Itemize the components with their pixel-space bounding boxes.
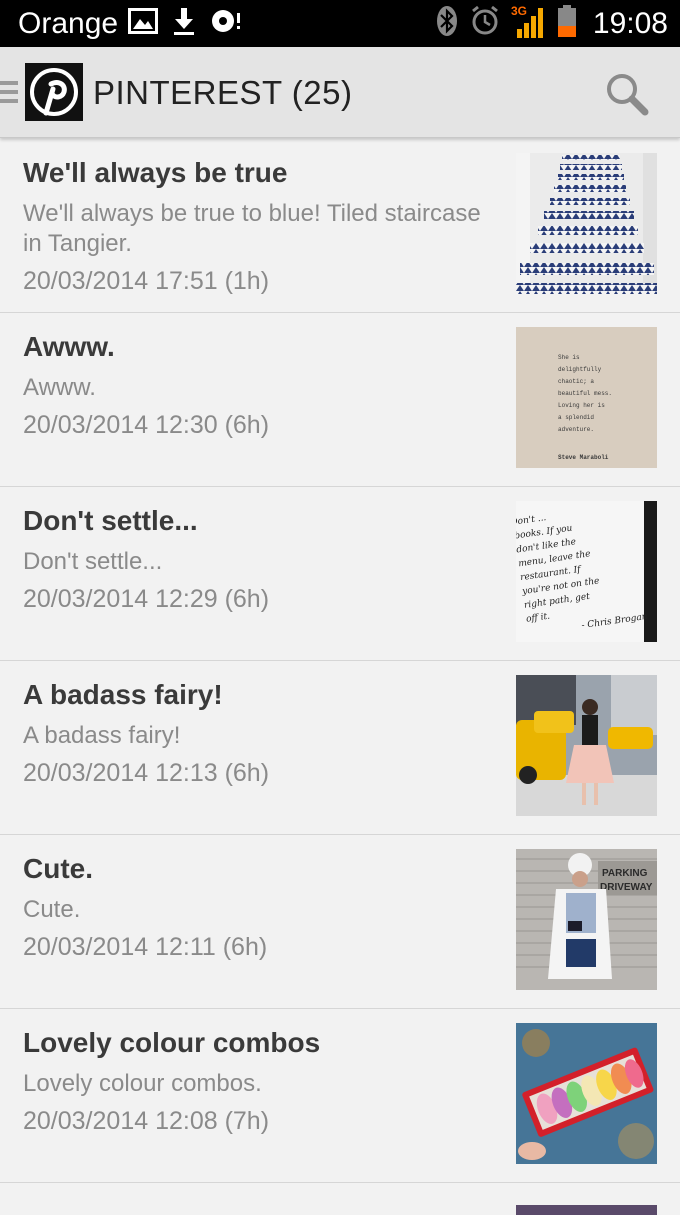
tiled-staircase-image[interactable] <box>516 153 657 294</box>
quote-line: a splendid <box>558 414 594 421</box>
alarm-icon <box>469 5 501 42</box>
pin-list-item[interactable]: Awww. Awww. 20/03/2014 12:30 (6h) She is… <box>0 313 680 487</box>
pin-list-item[interactable]: We'll always be true We'll always be tru… <box>0 139 680 313</box>
winter-outfit-image[interactable]: PARKING DRIVEWAY <box>516 849 657 990</box>
handwritten-quote-image[interactable]: Don't ... books. If you don't like the m… <box>516 501 657 642</box>
search-button[interactable] <box>600 67 654 121</box>
status-bar: Orange 3G 19:08 <box>0 0 680 47</box>
sign-line: PARKING <box>602 868 648 879</box>
battery-icon <box>557 4 577 43</box>
pin-title: Lovely colour combos <box>23 1027 321 1058</box>
pin-title: We'll always be true <box>23 157 288 188</box>
pin-timestamp: 20/03/2014 17:51 (1h) <box>23 267 270 295</box>
pin-list: We'll always be true We'll always be tru… <box>0 139 680 1215</box>
pin-timestamp: 20/03/2014 12:08 (7h) <box>23 1107 270 1135</box>
pin-list-item[interactable]: Don't settle... Don't settle... 20/03/20… <box>0 487 680 661</box>
media-icon <box>210 7 242 40</box>
pin-description: We'll always be true to blue! Tiled stai… <box>23 200 481 257</box>
quote-line: Loving her is <box>558 402 605 409</box>
pin-timestamp: 20/03/2014 12:29 (6h) <box>23 585 270 613</box>
pinterest-logo-icon[interactable] <box>25 63 83 121</box>
pin-description: Cute. <box>23 896 81 923</box>
pin-title: Cute. <box>23 853 93 884</box>
app-title: PINTEREST (25) <box>93 74 353 111</box>
download-icon <box>172 6 196 41</box>
bluetooth-icon <box>435 5 459 42</box>
pin-list-item[interactable]: Cute. Cute. 20/03/2014 12:11 (6h) PARKIN… <box>0 835 680 1009</box>
pin-description: Awww. <box>23 374 96 401</box>
macarons-box-image[interactable] <box>516 1023 657 1164</box>
quote-line: chaotic; a <box>558 378 594 385</box>
pin-list-item[interactable]: A badass fairy! A badass fairy! 20/03/20… <box>0 661 680 835</box>
pin-timestamp: 20/03/2014 12:11 (6h) <box>23 933 268 961</box>
quote-line: beautiful mess. <box>558 390 612 397</box>
quote-line: She is <box>558 354 580 361</box>
pin-thumbnail-partial[interactable] <box>516 1205 657 1215</box>
clock: 19:08 <box>592 6 668 40</box>
street-fashion-image[interactable] <box>516 675 657 816</box>
pin-title: Don't settle... <box>23 505 198 536</box>
carrier-name: Orange <box>18 6 119 40</box>
image-icon <box>128 8 159 39</box>
pin-timestamp: 20/03/2014 12:30 (6h) <box>23 411 270 439</box>
network-type: 3G <box>511 4 527 18</box>
pin-description: A badass fairy! <box>23 722 181 749</box>
signal-icon: 3G <box>511 4 547 43</box>
quote-line: delightfully <box>558 366 602 373</box>
sign-line: DRIVEWAY <box>600 882 653 893</box>
quote-author: Steve Maraboli <box>558 454 609 461</box>
app-bar: PINTEREST (25) <box>0 47 680 138</box>
pin-title: A badass fairy! <box>23 679 223 710</box>
pin-description: Lovely colour combos. <box>23 1070 262 1097</box>
drawer-menu-icon[interactable] <box>0 81 18 103</box>
pin-title: Awww. <box>23 331 115 362</box>
search-icon <box>607 74 649 116</box>
pin-description: Don't settle... <box>23 548 163 575</box>
quote-card-image[interactable]: She is delightfully chaotic; a beautiful… <box>516 327 657 468</box>
pin-list-item[interactable]: Lovely colour combos Lovely colour combo… <box>0 1009 680 1183</box>
pin-timestamp: 20/03/2014 12:13 (6h) <box>23 759 270 787</box>
quote-line: adventure. <box>558 426 594 433</box>
